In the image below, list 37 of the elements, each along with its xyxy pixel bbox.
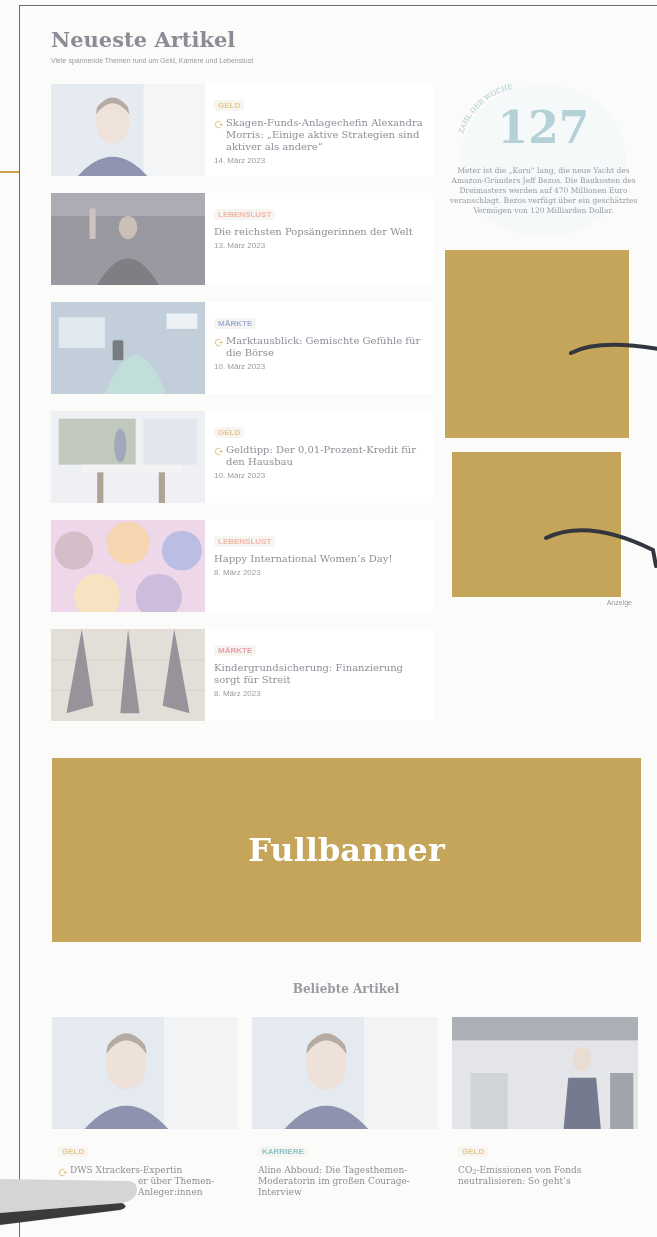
big-number: 127 — [497, 104, 590, 152]
article-title-line[interactable]: Anleger:innen — [138, 1186, 215, 1198]
article-date: 10. März 2023 — [214, 469, 267, 482]
article-card[interactable]: GELD Skagen-Funds-Anlagechefin Alexandra Morris: „Einige aktive Strategien sind aktiver als andere“ 14. März 2023 — [51, 83, 433, 176]
category-tag[interactable]: KARRIERE — [258, 1145, 308, 1157]
section-title: Beliebte Artikel — [291, 980, 401, 998]
plus-icon — [214, 119, 223, 129]
plus-icon — [214, 337, 223, 347]
category-tag[interactable]: MÄRKTE — [214, 644, 257, 656]
article-title[interactable]: Skagen-Funds-Anlagechefin Alexandra Morris: „Einige aktive Strategien sind aktiver als andere“ — [226, 116, 425, 153]
category-tag[interactable]: MÄRKTE — [214, 317, 257, 329]
article-card[interactable]: LEBENSLUST Happy International Women’s Day! 8. März 2023 — [51, 519, 433, 612]
article-title-line[interactable]: Aline Abboud: Die Tagesthemen- — [258, 1164, 410, 1176]
article-card[interactable]: MÄRKTE Kindergrundsicherung: Finanzierung sorgt für Streit 8. März 2023 — [51, 628, 433, 721]
article-title-line[interactable]: DWS Xtrackers-Expertin — [70, 1164, 215, 1176]
article-date: 14. März 2023 — [214, 154, 267, 167]
article-title-line[interactable]: neutralisieren: So geht‘s — [458, 1175, 582, 1187]
article-card[interactable]: LEBENSLUST Die reichsten Popsängerinnen der Welt 13. März 2023 — [51, 192, 433, 285]
article-title-line[interactable]: er über Themen- — [138, 1175, 215, 1187]
article-title-line[interactable]: Moderatorin im großen Courage- — [258, 1175, 410, 1187]
article-date: 8. März 2023 — [214, 566, 262, 579]
article-date: 8. März 2023 — [214, 687, 262, 700]
banner-text: Fullbanner — [248, 829, 445, 871]
article-title-line[interactable]: Interview — [258, 1186, 410, 1198]
article-title[interactable]: Kindergrundsicherung: Finanzierung sorgt für Streit — [214, 661, 425, 686]
article-title[interactable]: Happy International Women’s Day! — [214, 552, 393, 565]
plus-icon — [214, 446, 223, 456]
article-date: 13. März 2023 — [214, 239, 267, 252]
article-title[interactable]: Geldtipp: Der 0,01-Prozent-Kredit für den Hausbau — [226, 443, 425, 468]
plus-icon — [58, 1167, 67, 1177]
article-title[interactable]: Die reichsten Popsängerinnen der Welt — [214, 225, 413, 238]
article-date: 10. März 2023 — [214, 360, 267, 373]
section-title: Neueste Artikel — [51, 27, 237, 53]
article-title-line[interactable]: CO$_{2}$-Emissionen von Fonds — [458, 1164, 582, 1176]
article-title[interactable]: Marktausblick: Gemischte Gefühle für die Börse — [226, 334, 425, 359]
article-card[interactable]: MÄRKTE Marktausblick: Gemischte Gefühle für die Börse 10. März 2023 — [51, 301, 433, 394]
article-card[interactable]: GELD Geldtipp: Der 0,01-Prozent-Kredit für den Hausbau 10. März 2023 — [51, 410, 433, 503]
